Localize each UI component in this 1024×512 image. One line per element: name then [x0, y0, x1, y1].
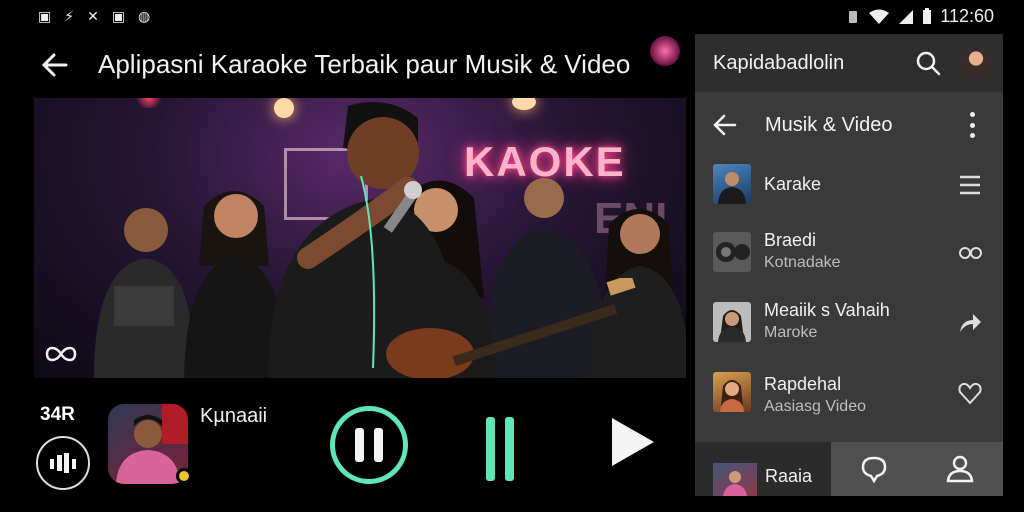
pause-button[interactable]	[330, 406, 408, 484]
play-icon[interactable]	[612, 418, 654, 466]
bottom-nav: Raaia	[695, 442, 1003, 496]
profile-icon[interactable]	[945, 454, 975, 484]
status-time: 112:60	[940, 6, 994, 26]
person-thumbnail	[720, 380, 744, 412]
app-header: Aplipasni Karaoke Terbaik paur Musik & V…	[0, 34, 690, 96]
page-title: Aplipasni Karaoke Terbaik paur Musik & V…	[98, 49, 631, 79]
status-icon-5: ◍	[138, 8, 152, 24]
battery-icon	[923, 8, 932, 24]
chat-bubble-icon[interactable]	[859, 454, 889, 484]
now-playing-title: Kµnaaii	[200, 405, 268, 427]
item-subtitle: Kotnadake	[764, 254, 841, 271]
wifi-icon	[869, 9, 890, 24]
pause-bar-right	[505, 417, 514, 481]
arrow-left-icon[interactable]	[38, 48, 72, 82]
bottom-nav-label: Raaia	[765, 466, 813, 486]
avatar[interactable]	[961, 48, 991, 78]
bottom-nav-current[interactable]: Raaia	[695, 442, 831, 496]
search-icon[interactable]	[915, 50, 941, 76]
list-item[interactable]: Rapdehal Aasiasg Video	[695, 360, 1003, 426]
bottom-nav-thumbnail	[713, 463, 757, 496]
heart-icon[interactable]	[957, 380, 983, 406]
arrow-left-icon[interactable]	[711, 112, 739, 138]
pause-bar-right	[374, 428, 383, 462]
item-subtitle: Maroke	[764, 324, 818, 341]
stage-light	[512, 98, 536, 110]
item-title: Karake	[764, 174, 822, 194]
dot	[969, 112, 975, 117]
status-icon-1: ▣	[38, 8, 53, 24]
pause-bar-left	[486, 417, 495, 481]
pause-icon-button[interactable]	[486, 417, 516, 481]
share-arrow-icon[interactable]	[957, 310, 983, 336]
equalizer-icon	[50, 453, 76, 473]
signal-icon	[899, 9, 914, 24]
section-title: Musik & Video	[765, 114, 893, 136]
status-badge	[176, 468, 192, 484]
status-icon-4: ▣	[111, 8, 127, 24]
item-title: Meaiik s Vahaih	[764, 300, 890, 320]
pause-bar-left	[355, 428, 364, 462]
status-icons-right: 112:60	[846, 6, 994, 27]
person-thumbnail	[723, 471, 747, 496]
item-thumbnail	[713, 164, 751, 204]
person-thumbnail	[718, 310, 746, 342]
dot	[969, 122, 975, 128]
status-icon-3: ✕	[87, 8, 100, 24]
stage-light-glow	[134, 98, 164, 108]
menu-lines-icon[interactable]	[957, 172, 983, 198]
item-title: Braedi	[764, 230, 817, 250]
list-item[interactable]: Braedi Kotnadake	[695, 220, 1003, 286]
item-subtitle: Aasiasg Video	[764, 398, 866, 415]
item-title: Rapdehal	[764, 374, 842, 394]
video-player[interactable]: KAOKE ENI	[34, 98, 686, 378]
item-thumbnail	[713, 372, 751, 412]
speaker-icon[interactable]	[957, 240, 983, 266]
panel-top-bar: Kapidabadlolin	[695, 34, 1003, 92]
more-vert-icon[interactable]	[967, 112, 977, 138]
queue-count: 34R	[40, 404, 75, 425]
dot	[969, 133, 975, 138]
speaker-thumbnail	[716, 242, 750, 262]
stage-light-glow	[650, 36, 680, 66]
list-item[interactable]: Meaiik s Vahaih Maroke	[695, 290, 1003, 356]
vibrate-icon	[849, 10, 858, 23]
loop-icon[interactable]	[44, 342, 78, 366]
equalizer-button[interactable]	[36, 436, 90, 490]
person-thumbnail	[718, 172, 746, 204]
list-item[interactable]: Karake	[695, 152, 1003, 218]
guitar	[386, 278, 636, 378]
status-bar: ▣ ⚡ ✕ ▣ ◍ 112:60	[0, 0, 1024, 34]
status-icons-left: ▣ ⚡ ✕ ▣ ◍	[38, 8, 151, 25]
status-icon-2: ⚡	[64, 8, 76, 24]
library-panel: Kapidabadlolin Musik & Video Karake Brae…	[695, 34, 1003, 496]
item-thumbnail	[713, 302, 751, 342]
account-name: Kapidabadlolin	[713, 52, 845, 74]
item-thumbnail	[713, 232, 751, 272]
section-header: Musik & Video	[695, 98, 1003, 152]
